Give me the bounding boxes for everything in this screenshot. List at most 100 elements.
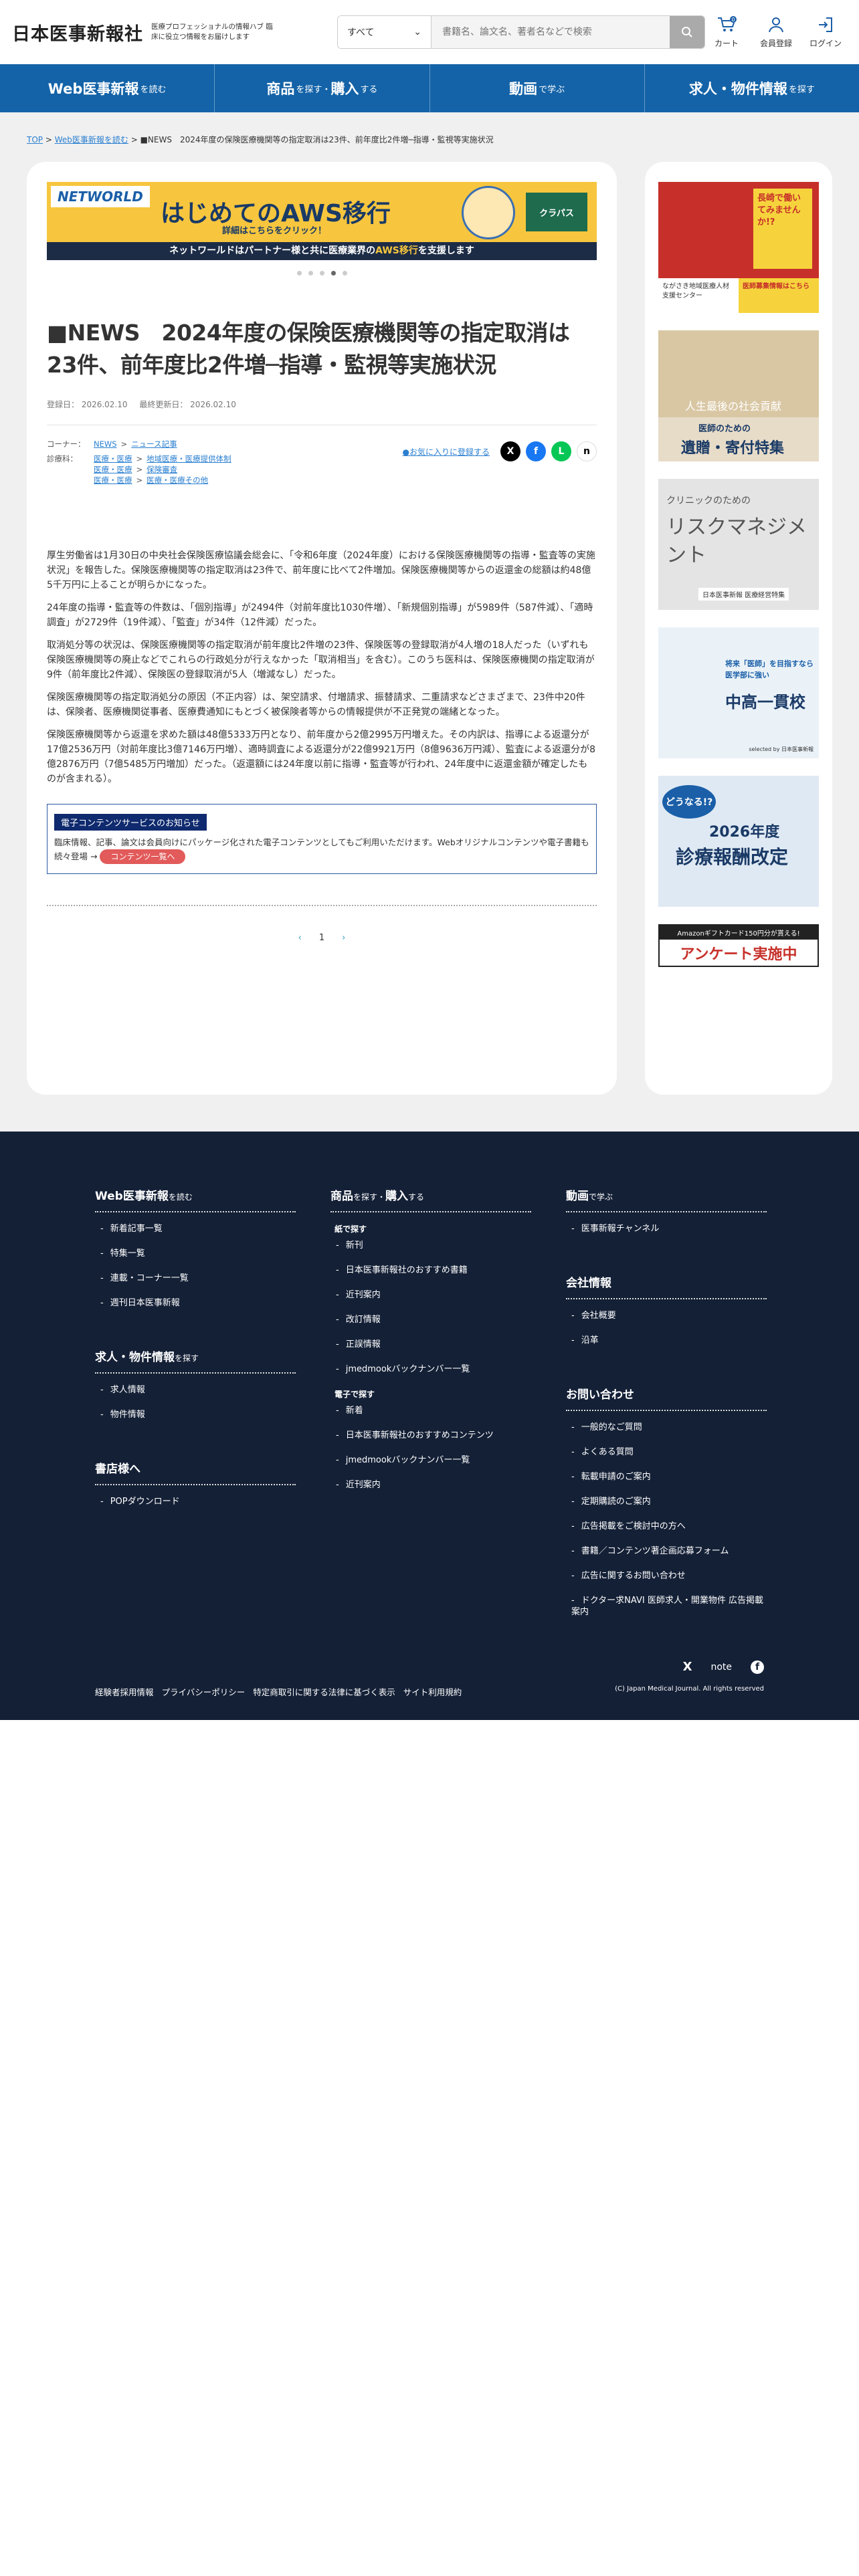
footer-link[interactable]: jmedmookバックナンバー一覧 (330, 1455, 531, 1466)
carousel-dot[interactable] (296, 271, 302, 276)
footer-link[interactable]: 新着記事一覧 (95, 1223, 296, 1235)
sidebar-banner-bequest[interactable]: 人生最後の社会貢献 医師のための 遺贈・寄付特集 (658, 330, 819, 461)
cart-link[interactable]: 0 カート (708, 15, 745, 49)
sidebar-banner-risk[interactable]: クリニックのための リスクマネジメント 日本医事新報 医療経営特集 (658, 479, 819, 610)
footer-heading-text: 動画 (566, 1190, 589, 1203)
x-share-icon[interactable]: X (500, 441, 520, 461)
breadcrumb-top[interactable]: TOP (27, 135, 43, 144)
footer-link[interactable]: 近刊案内 (330, 1479, 531, 1491)
footer-link[interactable]: 新着 (330, 1405, 531, 1416)
note-share-icon[interactable]: n (577, 441, 597, 461)
nav-read-main: Web医事新報 (47, 81, 139, 97)
footer-bottom-link[interactable]: サイト利用規約 (403, 1685, 462, 1698)
footer-link[interactable]: 連載・コーナー一覧 (95, 1273, 296, 1284)
footer-link[interactable]: よくある質問 (566, 1446, 767, 1458)
registered-date: 登録日： 2026.02.10 (47, 400, 128, 409)
ad-banner[interactable]: NETWORLD はじめてのAWS移行 詳細はこちらをクリック！ クラパス ネッ… (47, 182, 597, 260)
footer-bottom-link[interactable]: 経験者採用情報 (95, 1685, 154, 1698)
banner-brand: NETWORLD (51, 186, 150, 207)
footer-link[interactable]: 広告掲載をご検討中の方へ (566, 1521, 767, 1532)
footer-link[interactable]: 改訂情報 (330, 1314, 531, 1325)
search-input[interactable] (432, 16, 670, 48)
banner-sub: 詳細はこちらをクリック！ (222, 226, 327, 236)
footer-bottom-link[interactable]: プライバシーポリシー (162, 1685, 246, 1698)
main-nav: Web医事新報 を読む 商品 を探す・ 購入 する 動画 で学ぶ 求人・物件情報 を探す (0, 64, 859, 112)
footer-link[interactable]: 医事新報チャンネル (566, 1223, 767, 1235)
next-page-icon[interactable]: › (342, 933, 345, 943)
field-link[interactable]: 医療・医療 (94, 465, 132, 474)
footer-link[interactable]: 週刊日本医事新報 (95, 1297, 296, 1309)
login-label: ログイン (809, 38, 842, 48)
corner-link-articles[interactable]: ニュース記事 (131, 439, 177, 449)
content-list-button[interactable]: コンテンツ一覧へ (100, 849, 186, 864)
footer-link[interactable]: 日本医事新報社のおすすめ書籍 (330, 1265, 531, 1276)
footer-link[interactable]: 書籍／コンテンツ著企画応募フォーム (566, 1545, 767, 1557)
nav-video[interactable]: 動画 で学ぶ (430, 64, 645, 112)
site-logo[interactable]: 日本医事新報社 (12, 19, 143, 45)
sidebar-banner-survey[interactable]: Amazonギフトカード150円分が貰える! アンケート実施中 (658, 924, 819, 967)
footer-link[interactable]: 沿革 (566, 1335, 767, 1346)
field-link[interactable]: 医療・医療その他 (147, 475, 208, 485)
field-link[interactable]: 保険審査 (147, 465, 177, 474)
footer-link[interactable]: 近刊案内 (330, 1289, 531, 1301)
banner-sub: 2026年度 (709, 824, 780, 841)
field-link[interactable]: 医療・医療 (94, 454, 132, 463)
footer-link[interactable]: 新刊 (330, 1240, 531, 1251)
register-link[interactable]: 会員登録 (757, 16, 795, 49)
footer-heading-text: 求人・物件情報 (95, 1351, 175, 1364)
field-link[interactable]: 医療・医療 (94, 475, 132, 485)
footer-link[interactable]: jmedmookバックナンバー一覧 (330, 1364, 531, 1375)
banner-illustration (462, 186, 515, 239)
facebook-share-icon[interactable]: f (526, 441, 546, 461)
prev-page-icon[interactable]: ‹ (298, 933, 302, 943)
facebook-icon[interactable]: f (751, 1660, 764, 1674)
footer-bottom-link[interactable]: 特定商取引に関する法律に基づく表示 (253, 1685, 395, 1698)
footer-link[interactable]: 会社概要 (566, 1310, 767, 1321)
page-number[interactable]: 1 (319, 933, 324, 943)
footer-link[interactable]: ドクター求NAVI 医師求人・開業物件 広告掲載案内 (566, 1595, 767, 1618)
sidebar: 長崎で働いてみませんか!? ながさき地域医療人材支援センター 医師募集情報はこち… (645, 162, 832, 1095)
footer-link[interactable]: 定期購読のご案内 (566, 1496, 767, 1507)
footer-heading-read: Web医事新報を読む (95, 1186, 296, 1212)
footer-link[interactable]: 転載申請のご案内 (566, 1471, 767, 1483)
nav-read[interactable]: Web医事新報 を読む (0, 64, 215, 112)
register-label: 会員登録 (759, 38, 792, 48)
corner-link-news[interactable]: NEWS (94, 439, 117, 449)
footer-link[interactable]: 正誤情報 (330, 1339, 531, 1350)
article-paragraph: 厚生労働省は1月30日の中央社会保険医療協議会総会に、「令和6年度（2024年度… (47, 550, 595, 591)
content-notice: 電子コンテンツサービスのお知らせ 臨床情報、記事、論文は会員向けにパッケージ化さ… (47, 804, 597, 874)
breadcrumb-web[interactable]: Web医事新報を読む (55, 135, 128, 144)
carousel-dots (47, 271, 597, 276)
site-footer: Web医事新報を読む 新着記事一覧 特集一覧 連載・コーナー一覧 週刊日本医事新… (0, 1132, 859, 1720)
banner-tagline-post: を支援します (417, 245, 474, 256)
footer-link[interactable]: 日本医事新報社のおすすめコンテンツ (330, 1430, 531, 1441)
sidebar-banner-school[interactable]: 将来「医師」を目指すなら 医学部に強い 中高一貫校 selected by 日本… (658, 627, 819, 758)
login-link[interactable]: ログイン (807, 16, 844, 49)
x-icon[interactable]: X (683, 1660, 692, 1674)
footer-link[interactable]: 一般的なご質問 (566, 1422, 767, 1433)
footer-heading-sub: で学ぶ (589, 1192, 613, 1202)
notice-body: 臨床情報、記事、論文は会員向けにパッケージ化された電子コンテンツとしてもご利用い… (54, 836, 589, 864)
article-dates: 登録日： 2026.02.10 最終更新日： 2026.02.10 (47, 399, 597, 410)
nav-jobs[interactable]: 求人・物件情報 を探す (645, 64, 859, 112)
footer-link[interactable]: 求人情報 (95, 1384, 296, 1396)
banner-cta: 診療報酬改定 (676, 846, 789, 868)
footer-link[interactable]: 物件情報 (95, 1409, 296, 1420)
favorite-link[interactable]: ●お気に入りに登録する (403, 441, 490, 457)
field-link[interactable]: 地域医療・医療提供体制 (147, 454, 231, 463)
footer-link[interactable]: 広告に関するお問い合わせ (566, 1570, 767, 1582)
carousel-dot[interactable] (319, 271, 324, 276)
footer-link[interactable]: 特集一覧 (95, 1248, 296, 1259)
carousel-dot[interactable] (342, 271, 347, 276)
note-icon[interactable]: note (710, 1662, 732, 1673)
carousel-dot[interactable] (308, 271, 313, 276)
nav-products[interactable]: 商品 を探す・ 購入 する (215, 64, 430, 112)
line-share-icon[interactable]: L (551, 441, 571, 461)
search-category-select[interactable]: すべて ⌄ (338, 16, 432, 48)
article-body: 厚生労働省は1月30日の中央社会保険医療協議会総会に、「令和6年度（2024年度… (47, 548, 597, 786)
carousel-dot-active[interactable] (330, 271, 336, 276)
search-button[interactable] (670, 16, 704, 48)
sidebar-banner-revision[interactable]: どうなる!? 2026年度 診療報酬改定 (658, 776, 819, 907)
footer-link[interactable]: POPダウンロード (95, 1496, 296, 1507)
sidebar-banner-nagasaki[interactable]: 長崎で働いてみませんか!? ながさき地域医療人材支援センター 医師募集情報はこち… (658, 182, 819, 313)
